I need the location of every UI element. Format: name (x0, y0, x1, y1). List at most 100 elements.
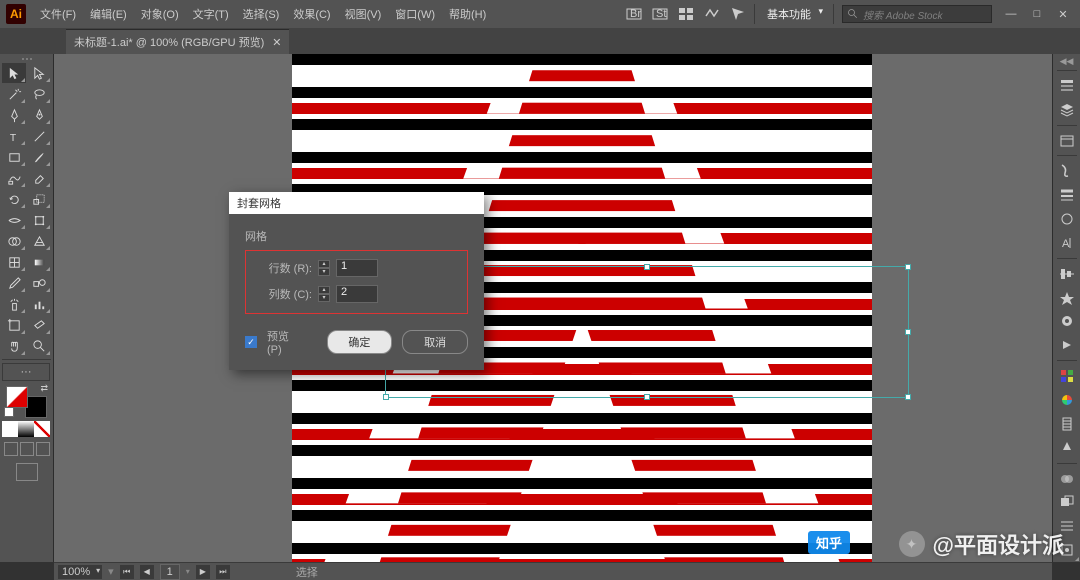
draw-normal[interactable] (4, 442, 18, 456)
menu-select[interactable]: 选择(S) (237, 2, 286, 26)
magic-wand-tool[interactable] (2, 84, 26, 104)
direct-selection-tool[interactable] (27, 63, 51, 83)
close-tab-button[interactable]: ✕ (272, 36, 281, 49)
expand-dock-button[interactable]: ◀◀ (1059, 56, 1075, 67)
free-transform-tool[interactable] (27, 210, 51, 230)
stock-search[interactable]: 搜索 Adobe Stock (842, 5, 992, 23)
menu-type[interactable]: 文字(T) (187, 2, 235, 26)
rotate-tool[interactable] (2, 189, 26, 209)
fill-stroke-swatch[interactable]: ⇄ (2, 382, 51, 420)
shaper-tool[interactable] (2, 168, 26, 188)
color-panel-icon[interactable] (1055, 389, 1079, 411)
blend-tool[interactable] (27, 273, 51, 293)
color-mode-row (2, 421, 51, 437)
document-tab-bar: 未标题-1.ai* @ 100% (RGB/GPU 预览) ✕ (0, 28, 1080, 54)
selection-tool[interactable] (2, 63, 26, 83)
arrange-icon[interactable] (678, 6, 694, 22)
prev-artboard-button[interactable]: ◀ (140, 565, 154, 579)
asset-panel-icon[interactable] (1055, 208, 1079, 230)
cancel-button[interactable]: 取消 (402, 330, 468, 354)
appearance-panel-icon[interactable] (1055, 311, 1079, 333)
maximize-button[interactable]: □ (1026, 6, 1048, 22)
artboard-number[interactable]: 1 (160, 564, 180, 580)
pathfinder-panel-icon[interactable] (1055, 491, 1079, 513)
fill-swatch[interactable] (6, 386, 28, 408)
feedback-icon[interactable] (730, 6, 746, 22)
draw-inside[interactable] (36, 442, 50, 456)
first-artboard-button[interactable]: ⏮ (120, 565, 134, 579)
zoom-dropdown[interactable]: 100% (58, 565, 102, 579)
ok-button[interactable]: 确定 (327, 330, 393, 354)
preview-checkbox[interactable]: ✓ (245, 336, 257, 348)
canvas-area[interactable]: // generated below after data load for s… (54, 54, 1052, 562)
svg-text:St: St (656, 8, 666, 20)
pen-tool[interactable] (2, 105, 26, 125)
graph-tool[interactable] (27, 294, 51, 314)
color-guide-panel-icon[interactable] (1055, 437, 1079, 459)
libraries-panel-icon[interactable] (1055, 130, 1079, 152)
swatches-panel-icon[interactable] (1055, 365, 1079, 387)
color-mode-gradient[interactable] (18, 421, 34, 437)
last-artboard-button[interactable]: ⏭ (216, 565, 230, 579)
edit-toolbar-button[interactable]: ··· (2, 363, 50, 381)
paintbrush-tool[interactable] (27, 147, 51, 167)
line-tool[interactable] (27, 126, 51, 146)
width-tool[interactable] (2, 210, 26, 230)
eraser-tool[interactable] (27, 168, 51, 188)
menu-window[interactable]: 窗口(W) (389, 2, 441, 26)
minimize-button[interactable]: — (1000, 6, 1022, 22)
symbols-panel-icon[interactable] (1055, 287, 1079, 309)
layers-panel-icon[interactable] (1055, 99, 1079, 121)
close-window-button[interactable]: ✕ (1052, 6, 1074, 22)
color-mode-solid[interactable] (2, 421, 18, 437)
scale-tool[interactable] (27, 189, 51, 209)
gradient-tool[interactable] (27, 252, 51, 272)
align-panel-icon[interactable] (1055, 263, 1079, 285)
stock-icon[interactable]: St (652, 6, 668, 22)
cols-input[interactable]: 2 (336, 285, 378, 303)
gpu-icon[interactable] (704, 6, 720, 22)
symbol-sprayer-tool[interactable] (2, 294, 26, 314)
draw-behind[interactable] (20, 442, 34, 456)
gradient-panel-icon[interactable] (1055, 413, 1079, 435)
type-tool[interactable]: T (2, 126, 26, 146)
menu-view[interactable]: 视图(V) (339, 2, 388, 26)
zoom-tool[interactable] (27, 336, 51, 356)
perspective-tool[interactable] (27, 231, 51, 251)
menu-help[interactable]: 帮助(H) (443, 2, 492, 26)
navigate-panel-icon[interactable] (1055, 334, 1079, 356)
screen-mode-button[interactable] (16, 463, 38, 481)
cols-stepper[interactable]: ▴▾ (318, 286, 330, 302)
rows-stepper[interactable]: ▴▾ (318, 260, 330, 276)
artboard-tool[interactable] (2, 315, 26, 335)
rectangle-tool[interactable] (2, 147, 26, 167)
menu-object[interactable]: 对象(O) (135, 2, 185, 26)
workspace-switcher[interactable]: 基本功能 (763, 4, 825, 24)
color-mode-none[interactable] (34, 421, 50, 437)
character-panel-icon[interactable]: A (1055, 232, 1079, 254)
mesh-tool[interactable] (2, 252, 26, 272)
document-tab[interactable]: 未标题-1.ai* @ 100% (RGB/GPU 预览) ✕ (66, 29, 289, 54)
menu-file[interactable]: 文件(F) (34, 2, 82, 26)
slice-tool[interactable] (27, 315, 51, 335)
curvature-tool[interactable] (27, 105, 51, 125)
menu-bar: Ai 文件(F) 编辑(E) 对象(O) 文字(T) 选择(S) 效果(C) 视… (0, 0, 1080, 28)
zhihu-watermark: 知乎 (808, 531, 850, 554)
default-fill-stroke-icon[interactable] (4, 407, 14, 417)
shape-builder-tool[interactable] (2, 231, 26, 251)
stroke-swatch[interactable] (25, 396, 47, 418)
bridge-icon[interactable]: Br (626, 6, 642, 22)
stroke-panel-icon[interactable] (1055, 184, 1079, 206)
window-controls: — □ ✕ (1000, 6, 1074, 22)
hand-tool[interactable] (2, 336, 26, 356)
eyedropper-tool[interactable] (2, 273, 26, 293)
next-artboard-button[interactable]: ▶ (196, 565, 210, 579)
transparency-panel-icon[interactable] (1055, 468, 1079, 490)
menu-edit[interactable]: 编辑(E) (84, 2, 133, 26)
brushes-panel-icon[interactable] (1055, 160, 1079, 182)
menu-effect[interactable]: 效果(C) (287, 2, 336, 26)
lasso-tool[interactable] (27, 84, 51, 104)
rows-input[interactable]: 1 (336, 259, 378, 277)
properties-panel-icon[interactable] (1055, 75, 1079, 97)
swap-fill-stroke-icon[interactable]: ⇄ (40, 383, 48, 394)
